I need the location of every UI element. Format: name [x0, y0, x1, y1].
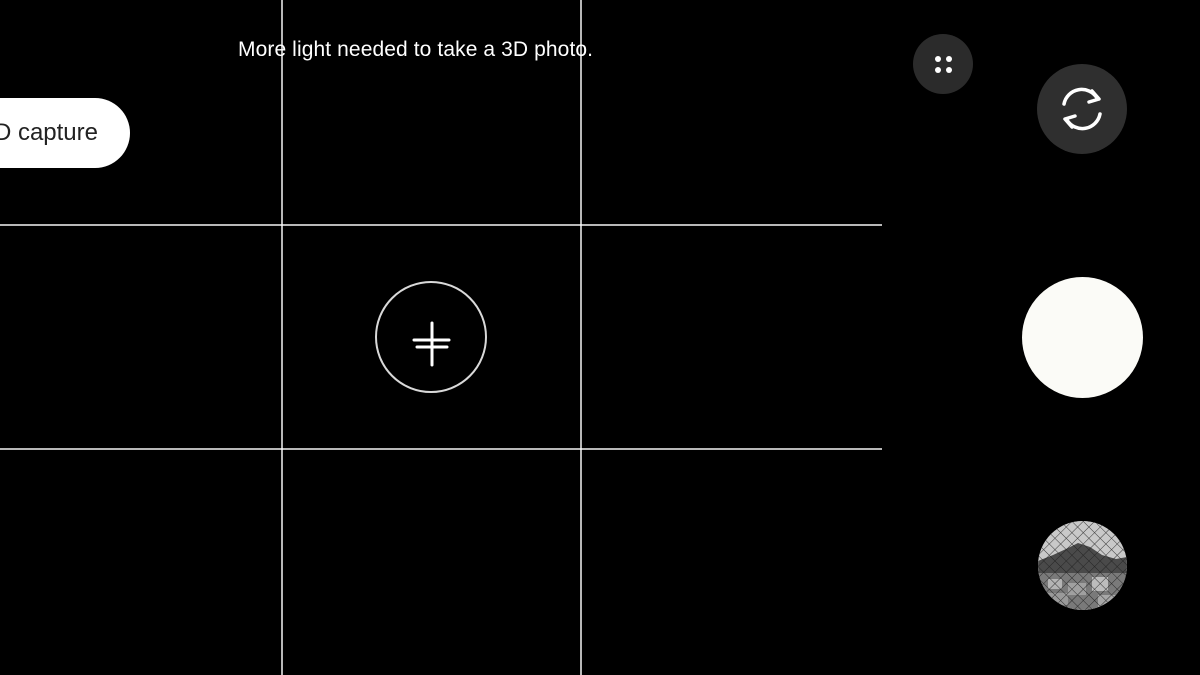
grid-line-vertical-1	[281, 0, 283, 675]
grid-line-horizontal-2	[0, 448, 882, 450]
grid-line-vertical-2	[580, 0, 582, 675]
shutter-button[interactable]	[1022, 277, 1143, 398]
mode-pill-button[interactable]: 3D capture	[0, 98, 130, 168]
crosshair-icon	[412, 321, 451, 367]
camera-viewfinder[interactable]: More light needed to take a 3D photo. 3D…	[0, 0, 1200, 675]
rotate-camera-icon	[1062, 87, 1102, 131]
thumbnail-image	[1038, 521, 1127, 610]
focus-indicator	[375, 281, 487, 393]
mode-pill-label: 3D capture	[0, 119, 98, 146]
more-options-button[interactable]	[913, 34, 973, 94]
gallery-thumbnail[interactable]	[1038, 521, 1127, 610]
low-light-hint: More light needed to take a 3D photo.	[238, 38, 594, 61]
switch-camera-button[interactable]	[1037, 64, 1127, 154]
grid-line-horizontal-1	[0, 224, 882, 226]
